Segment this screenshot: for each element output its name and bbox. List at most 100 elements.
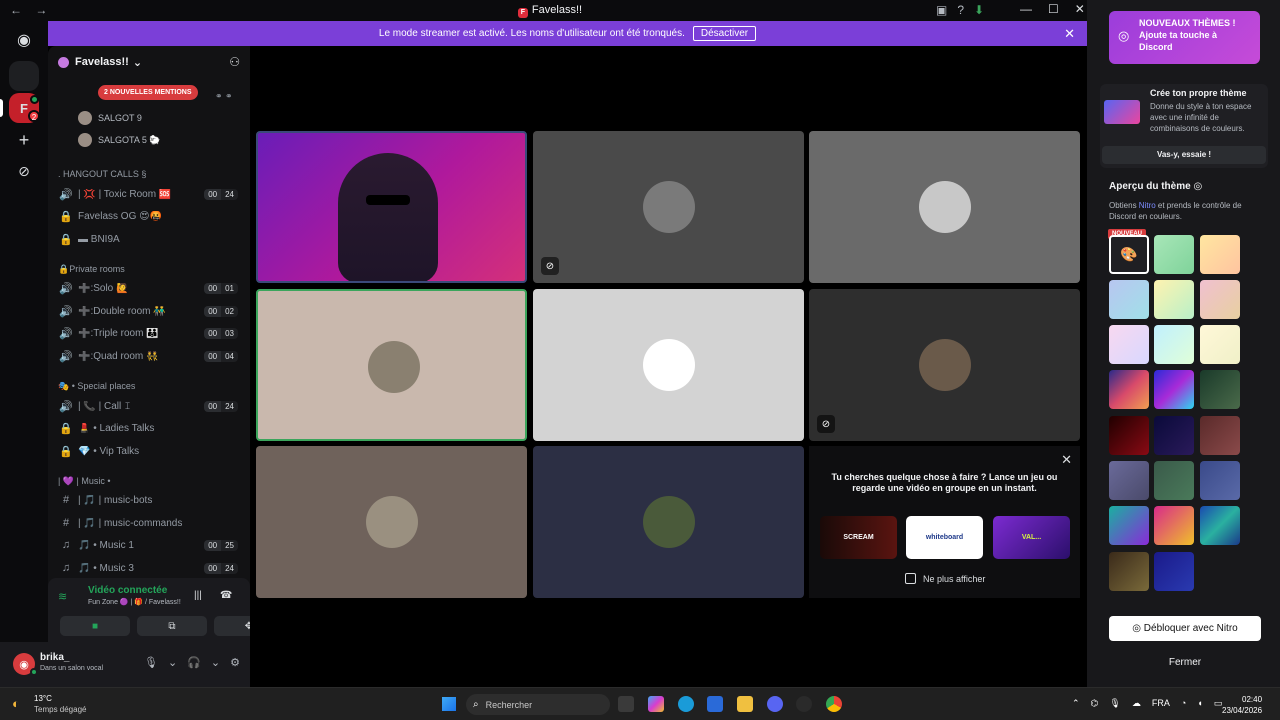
banner-close-icon[interactable]: ✕ [1064, 26, 1075, 42]
category-hangout[interactable]: . HANGOUT CALLS § [58, 169, 146, 179]
channel-toxic-room[interactable]: 🔊 | 💢 | Toxic Room 🆘 00 24 [58, 184, 244, 204]
category-private-rooms[interactable]: 🔒Private rooms [58, 264, 125, 275]
channel-music-3[interactable]: ♫ 🎵 • Music 3 00 24 [58, 558, 244, 578]
invite-icon[interactable]: ⚇ [229, 55, 240, 69]
wifi-icon[interactable]: ◔ [1181, 698, 1186, 709]
noise-suppression-icon[interactable]: ||| [194, 590, 202, 601]
username[interactable]: brika_ [40, 652, 69, 663]
theme-swatch[interactable] [1200, 416, 1240, 455]
theme-swatch[interactable] [1200, 461, 1240, 500]
channel-call[interactable]: 🔊 | 📞 | Call 𝙸 00 24 [58, 396, 244, 416]
channel-quad-room[interactable]: 🔊 ➕:Quad room 👯 00 04 [58, 346, 244, 366]
gear-icon[interactable]: ⚙ [230, 656, 240, 669]
theme-swatch[interactable] [1154, 506, 1194, 545]
theme-swatch[interactable] [1109, 552, 1149, 591]
explore-icon[interactable]: ⊘ [9, 156, 39, 186]
channel-music-1[interactable]: ♫ 🎵 • Music 1 00 25 [58, 535, 244, 555]
category-special-places[interactable]: 🎭 • Special places [58, 381, 135, 392]
theme-swatch[interactable] [1154, 416, 1194, 455]
video-tile[interactable]: ⊘ [809, 289, 1080, 441]
channel-music-bots[interactable]: # | 🎵 | music-bots [58, 490, 244, 510]
add-server-icon[interactable]: + [9, 125, 39, 155]
discord-home-icon[interactable]: ◉ [9, 25, 39, 55]
category-music[interactable]: | 💜 | Music • [58, 476, 111, 487]
file-explorer-icon[interactable] [737, 696, 753, 712]
theme-swatch[interactable] [1154, 325, 1194, 364]
channel-solo[interactable]: 🔊 ➕:Solo 🙋 00 01 [58, 278, 244, 298]
video-tile[interactable] [533, 289, 804, 441]
signal-icon[interactable]: ≋ [58, 590, 67, 603]
video-tile-camera[interactable] [256, 131, 527, 283]
voice-user[interactable]: SALGOT 9 [78, 109, 142, 127]
download-icon[interactable]: ⬇ [974, 3, 984, 17]
try-it-button[interactable]: Vas-y, essaie ! [1102, 146, 1266, 164]
video-tile[interactable] [256, 446, 527, 598]
activity-card-whiteboard[interactable]: whiteboard [906, 516, 983, 559]
theme-swatch[interactable] [1200, 506, 1240, 545]
theme-swatch[interactable] [1154, 235, 1194, 274]
channel-ladies-talks[interactable]: 🔒 💄 • Ladies Talks [58, 418, 244, 438]
theme-swatch[interactable] [1154, 552, 1194, 591]
channel-vip-talks[interactable]: 🔒 💎 • Vip Talks [58, 441, 244, 461]
edge-icon[interactable] [678, 696, 694, 712]
server-icon-dark[interactable] [9, 61, 39, 91]
screen-share-button[interactable]: ⧉ [137, 616, 207, 636]
new-mentions-pill[interactable]: 2 NOUVELLES MENTIONS [98, 85, 198, 100]
task-view-icon[interactable] [618, 696, 634, 712]
language-indicator[interactable]: FRA [1152, 698, 1170, 709]
theme-swatch[interactable] [1154, 370, 1194, 409]
theme-swatch[interactable] [1109, 461, 1149, 500]
voice-status-title[interactable]: Vidéo connectée [88, 585, 167, 596]
onedrive-icon[interactable]: ☁ [1132, 698, 1141, 709]
microphone-icon[interactable]: 🎙 [144, 656, 158, 669]
camera-button[interactable]: ■ [60, 616, 130, 636]
unlock-nitro-button[interactable]: ◎ Débloquer avec Nitro [1109, 616, 1261, 641]
close-button[interactable]: Fermer [1109, 652, 1261, 674]
theme-swatch[interactable] [1200, 235, 1240, 274]
server-header[interactable]: Favelass!! ⌄ ⚇ [48, 46, 250, 78]
theme-swatch[interactable] [1154, 461, 1194, 500]
theme-swatch[interactable] [1200, 325, 1240, 364]
activity-close-icon[interactable]: ✕ [1061, 452, 1072, 468]
weather-description[interactable]: Temps dégagé [34, 705, 86, 714]
dont-show-again-checkbox[interactable]: Ne plus afficher [905, 573, 985, 584]
chevron-up-icon[interactable]: ⌃ [1072, 698, 1080, 709]
theme-swatch[interactable] [1109, 370, 1149, 409]
video-tile[interactable]: ⊘ [533, 131, 804, 283]
maximize-icon[interactable]: ☐ [1048, 2, 1059, 16]
chevron-down-icon[interactable]: ⌄ [211, 656, 220, 669]
theme-swatch[interactable] [1200, 370, 1240, 409]
activity-card-scream[interactable]: SCREAM [820, 516, 897, 559]
discord-taskbar-icon[interactable] [767, 696, 783, 712]
channel-music-commands[interactable]: # | 🎵 | music-commands [58, 513, 244, 533]
microphone-icon[interactable]: 🎙 [1109, 698, 1120, 709]
theme-swatch[interactable] [1109, 280, 1149, 319]
chrome-icon[interactable] [826, 696, 842, 712]
video-tile[interactable] [533, 446, 804, 598]
new-themes-promo[interactable]: ◎ NOUVEAUX THÈMES ! Ajoute ta touche à D… [1109, 11, 1260, 64]
help-icon[interactable]: ? [957, 3, 964, 17]
close-icon[interactable]: ✕ [1075, 2, 1085, 16]
activity-card-game[interactable]: VAL... [993, 516, 1070, 559]
minimize-icon[interactable]: — [1020, 2, 1032, 16]
video-tile-speaking[interactable] [256, 289, 527, 441]
theme-swatch[interactable] [1109, 506, 1149, 545]
theme-swatch[interactable] [1200, 280, 1240, 319]
channel-favelass-og[interactable]: 🔒 Favelass OG 😍🤬 [58, 206, 244, 226]
channel-triple-room[interactable]: 🔊 ➕:Triple room 👪 00 03 [58, 323, 244, 343]
windows-start-icon[interactable] [442, 697, 456, 711]
voice-user[interactable]: SALGOTA 5 🐑 [78, 131, 161, 149]
network-icon[interactable]: ⌬ [1091, 698, 1099, 709]
video-tile[interactable] [809, 131, 1080, 283]
disconnect-icon[interactable]: ☎ [220, 590, 232, 601]
channel-bni9a[interactable]: 🔒 ▬ BNI9A [58, 229, 244, 249]
battery-icon[interactable]: ▭ [1214, 698, 1223, 709]
weather-temperature[interactable]: 13°C [34, 694, 52, 703]
theme-swatch[interactable] [1154, 280, 1194, 319]
theme-swatch[interactable] [1109, 416, 1149, 455]
volume-icon[interactable]: ◖ [1197, 698, 1202, 709]
copilot-icon[interactable] [648, 696, 664, 712]
nitro-link[interactable]: Nitro [1139, 201, 1156, 210]
disable-streamer-button[interactable]: Désactiver [692, 26, 757, 41]
weather-icon[interactable]: ◐ [12, 696, 20, 711]
